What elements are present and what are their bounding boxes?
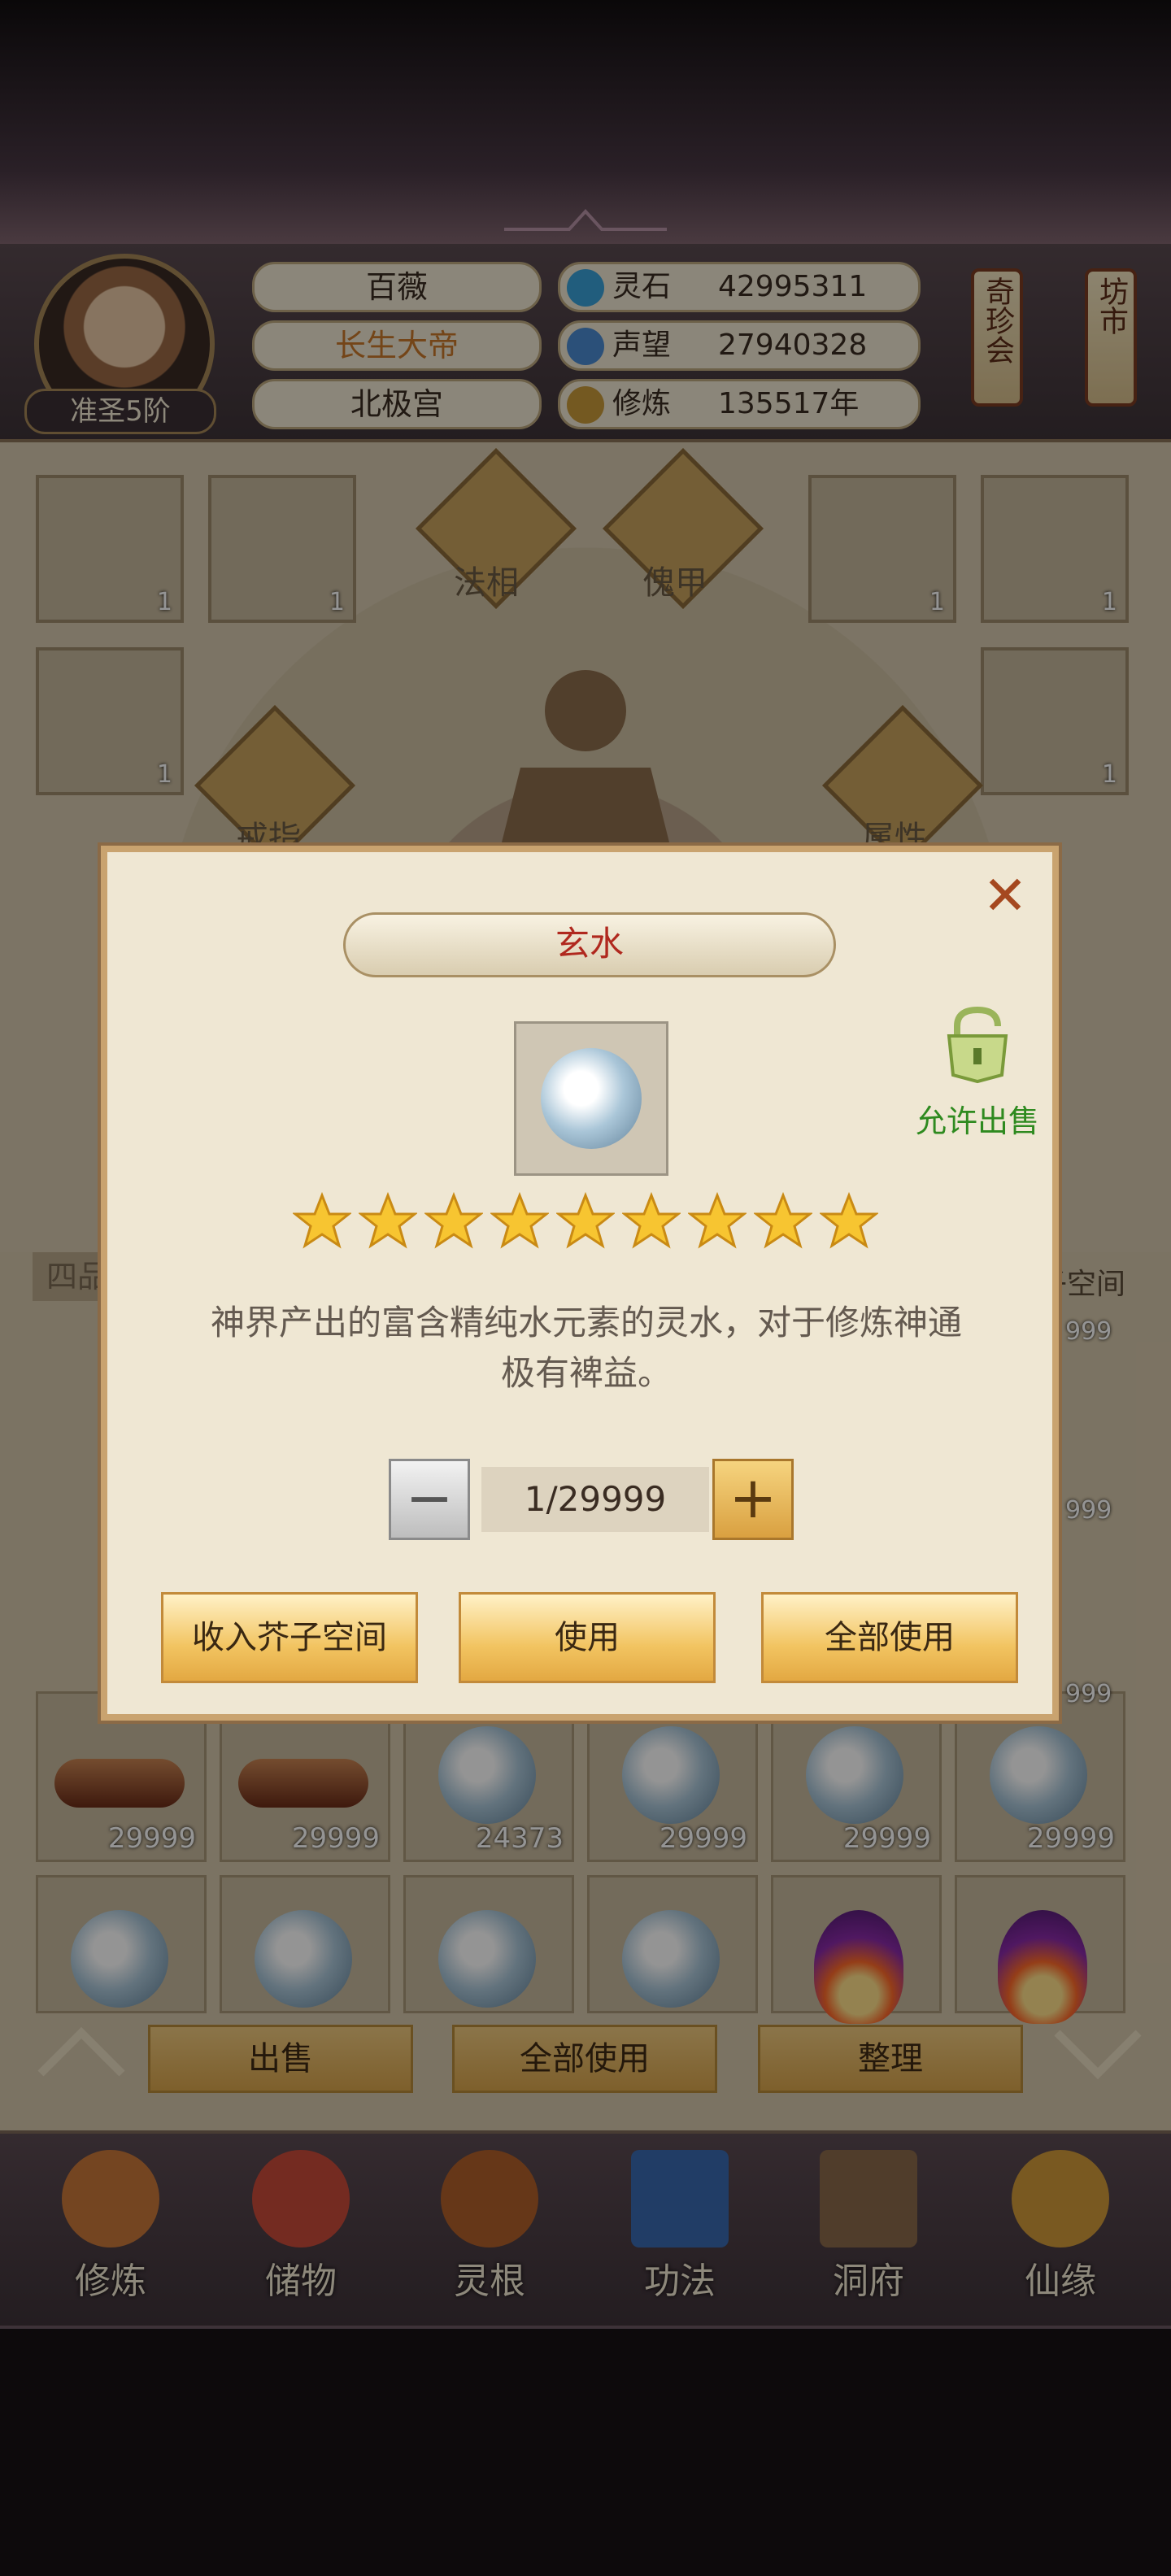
store-in-space-button[interactable]: 收入芥子空间 bbox=[161, 1592, 418, 1683]
decrease-quantity-button[interactable]: − bbox=[389, 1459, 470, 1540]
item-description: 神界产出的富含精纯水元素的灵水，对于修炼神通 极有裨益。 bbox=[171, 1298, 1002, 1399]
star-icon bbox=[622, 1192, 681, 1249]
star-icon bbox=[359, 1192, 417, 1249]
star-icon bbox=[754, 1192, 812, 1249]
use-button[interactable]: 使用 bbox=[459, 1592, 716, 1683]
star-icon bbox=[688, 1192, 747, 1249]
use-all-popup-button[interactable]: 全部使用 bbox=[761, 1592, 1018, 1683]
star-icon bbox=[293, 1192, 351, 1249]
close-button[interactable]: ✕ bbox=[981, 869, 1030, 923]
unlock-icon[interactable] bbox=[937, 1003, 1018, 1085]
ornament-icon bbox=[504, 209, 667, 231]
star-icon bbox=[556, 1192, 615, 1249]
star-icon bbox=[424, 1192, 483, 1249]
star-rating bbox=[293, 1192, 886, 1257]
item-icon-frame bbox=[514, 1021, 668, 1176]
item-name: 玄水 bbox=[343, 912, 836, 977]
quantity-display[interactable]: 1/29999 bbox=[481, 1467, 709, 1532]
item-detail-dialog: 玄水 ✕ 允许出售 神界产出的富含精纯水元素的灵水，对于修炼神通 极有裨益。 −… bbox=[101, 846, 1059, 1721]
description-line: 神界产出的富含精纯水元素的灵水，对于修炼神通 bbox=[210, 1303, 962, 1342]
gourd-item-icon bbox=[541, 1048, 642, 1149]
star-icon bbox=[490, 1192, 549, 1249]
allow-sale-label: 允许出售 bbox=[915, 1103, 1039, 1139]
star-icon bbox=[820, 1192, 878, 1249]
description-line: 极有裨益。 bbox=[500, 1353, 672, 1393]
top-letterbox bbox=[0, 0, 1171, 244]
increase-quantity-button[interactable]: + bbox=[712, 1459, 794, 1540]
